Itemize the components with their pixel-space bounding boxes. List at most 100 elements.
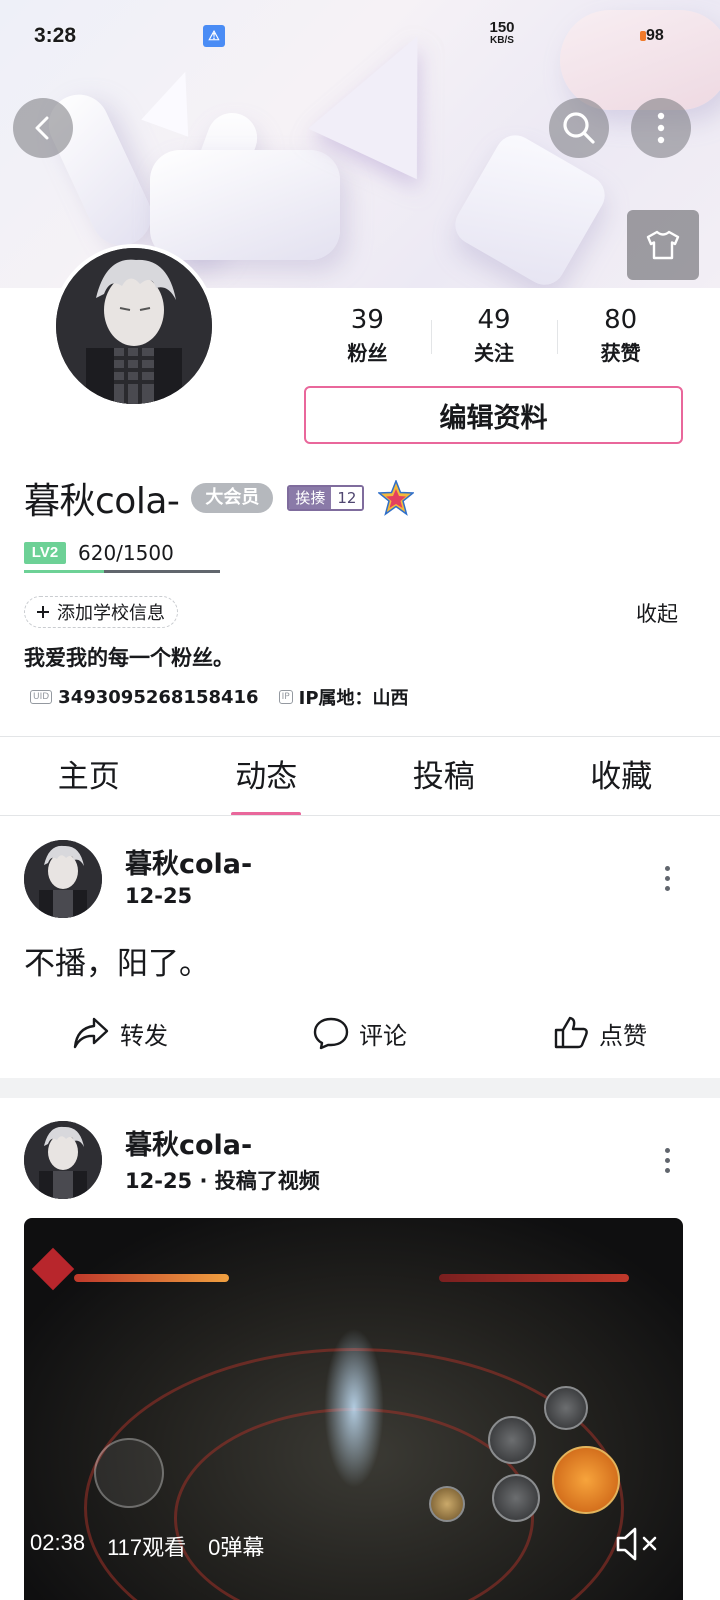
profile-meta: UID 3493095268158416 IP IP属地：山西 [30,684,409,710]
username-row: 暮秋cola- 大会员 挨揍 12 [24,474,416,522]
status-bar: 3:28 ⚠ 150 KB/S 98 [0,19,720,52]
mute-button[interactable] [614,1524,664,1564]
more-dot [664,885,670,891]
stat-label: 粉丝 [347,341,388,365]
net-speed-value: 150 [489,19,515,36]
stat-likes[interactable]: 80 获赞 [557,300,684,370]
dress-up-button[interactable] [627,210,699,280]
uid-value[interactable]: 3493095268158416 [58,687,258,708]
video-scene [552,1446,620,1514]
more-icon [657,112,665,144]
share-button[interactable]: 转发 [0,1006,240,1060]
edit-profile-button[interactable]: 编辑资料 [304,386,683,444]
signature: 我爱我的每一个粉丝。 [24,646,234,670]
post-more-button[interactable] [655,858,679,898]
profile-stats: 39 粉丝 49 关注 80 获赞 [304,300,684,370]
more-dot [664,1167,670,1173]
more-dot [664,865,670,871]
add-school-label: 添加学校信息 [57,603,165,624]
post-date: 12-25 · 投稿了视频 [125,1169,320,1193]
more-options-button[interactable] [631,98,691,158]
post-date: 12-25 [125,884,193,908]
stat-following[interactable]: 49 关注 [430,300,558,370]
share-label: 转发 [120,1021,168,1050]
avatar-image [24,840,102,918]
like-icon [554,1016,588,1049]
video-scene [492,1474,540,1522]
ip-location: IP属地：山西 [298,688,409,709]
banner-decoration [141,63,209,137]
network-speed: 150 KB/S [482,19,522,47]
more-dot [664,875,670,881]
level-badge: LV2 [24,542,66,564]
post-text: 不播，阳了。 [24,946,210,982]
divider [0,815,720,816]
medal-name: 挨揍 [289,487,332,509]
like-label: 点赞 [599,1021,647,1050]
video-scene [324,1328,384,1488]
alert-icon: ⚠ [203,25,225,47]
net-speed-unit: KB/S [490,35,514,46]
level-progress-bar [24,570,220,573]
comment-icon [313,1017,349,1050]
uid-icon: UID [30,690,53,704]
comment-label: 评论 [359,1021,407,1050]
video-scene [94,1438,164,1508]
post-author[interactable]: 暮秋cola- [125,1123,252,1162]
video-scene [439,1274,629,1282]
stat-label: 获赞 [600,341,641,365]
post-avatar[interactable] [24,840,102,918]
tab-favorites[interactable]: 收藏 [533,738,711,816]
post-actions: 转发 评论 点赞 [0,1006,720,1060]
status-time: 3:28 [34,24,77,47]
video-danmaku-count: 0弹幕 [208,1535,265,1560]
fan-medal[interactable]: 挨揍 12 [287,485,365,511]
profile-tabs: 主页 动态 投稿 收藏 [0,738,710,816]
star-badge-icon[interactable] [377,478,416,516]
battery-level: 98 [640,27,664,44]
avatar-image [56,248,212,404]
tab-dynamics[interactable]: 动态 [178,738,356,816]
search-button[interactable] [549,98,609,158]
tab-home[interactable]: 主页 [0,738,178,816]
video-info-bar: 02:38 117观看 0弹幕 [30,1530,264,1562]
profile-avatar[interactable] [52,244,216,408]
add-school-button[interactable]: 添加学校信息 [24,596,178,628]
plus-icon [37,606,49,618]
post-avatar[interactable] [24,1121,102,1199]
collapse-button[interactable]: 收起 [636,598,678,628]
level-progress-fill [24,570,105,573]
stat-value: 80 [604,305,638,335]
search-icon [563,112,595,144]
vip-badge[interactable]: 大会员 [191,483,274,513]
comment-button[interactable]: 评论 [240,1006,480,1060]
more-dot [664,1157,670,1163]
video-scene [74,1274,229,1282]
mute-icon [616,1527,657,1561]
video-views: 117观看 [107,1535,187,1560]
ip-icon: IP [278,690,293,704]
stat-value: 39 [350,305,384,335]
video-scene [544,1386,588,1430]
video-scene [429,1486,465,1522]
banner-decoration [150,150,340,260]
divider [0,736,720,737]
tshirt-icon [646,230,680,260]
share-icon [73,1017,109,1049]
stat-value: 49 [477,305,511,335]
more-dot [664,1147,670,1153]
level-exp: 620/1500 [78,541,174,565]
post-more-button[interactable] [655,1140,679,1180]
stat-followers[interactable]: 39 粉丝 [304,300,431,370]
like-button[interactable]: 点赞 [480,1006,720,1060]
post-author[interactable]: 暮秋cola- [125,842,252,881]
video-scene [488,1416,536,1464]
tab-uploads[interactable]: 投稿 [355,738,533,816]
avatar-image [24,1121,102,1199]
post-separator [0,1078,720,1098]
medal-level: 12 [331,487,363,509]
username: 暮秋cola- [24,481,180,522]
video-scene [31,1247,75,1291]
back-icon [35,116,49,140]
back-button[interactable] [13,98,73,158]
